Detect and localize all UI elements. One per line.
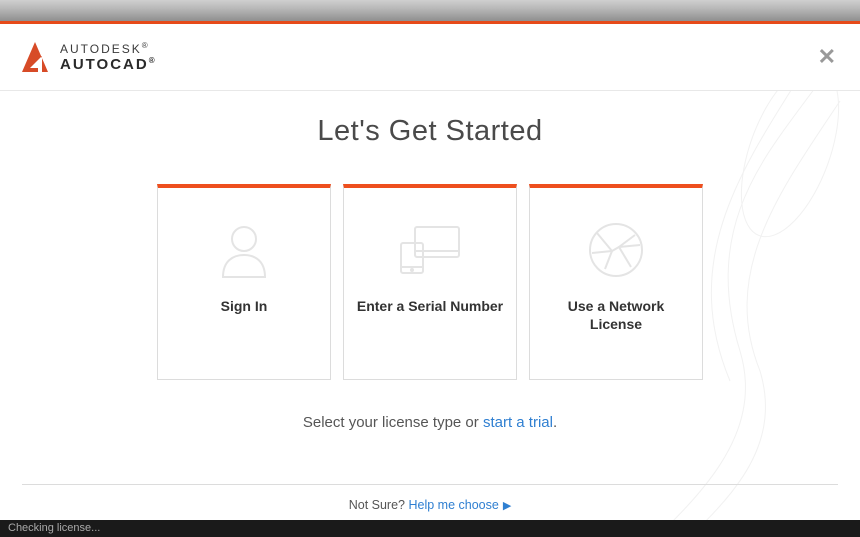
option-network-license[interactable]: Use a Network License bbox=[529, 184, 703, 380]
status-bar: Checking license... bbox=[0, 520, 860, 537]
status-text: Checking license... bbox=[8, 522, 100, 534]
brand-logo: AUTODESK® AUTOCAD® bbox=[20, 40, 157, 74]
chevron-right-icon: ▶ bbox=[503, 500, 511, 512]
close-button[interactable]: ✕ bbox=[818, 44, 836, 70]
subtext-prefix: Select your license type or bbox=[303, 414, 483, 431]
option-label: Sign In bbox=[211, 298, 278, 316]
brand-line1: AUTODESK® bbox=[60, 42, 157, 55]
window-titlebar bbox=[0, 0, 860, 21]
option-sign-in[interactable]: Sign In bbox=[157, 184, 331, 380]
help-me-choose-link[interactable]: Help me choose▶ bbox=[408, 498, 511, 512]
devices-icon bbox=[395, 216, 465, 284]
brand-text: AUTODESK® AUTOCAD® bbox=[60, 42, 157, 72]
licensing-dialog: AUTODESK® AUTOCAD® ✕ Let's Get Started bbox=[0, 21, 860, 520]
dialog-content: Let's Get Started Sign In bbox=[0, 91, 860, 520]
footer-separator bbox=[22, 484, 838, 485]
subtext-suffix: . bbox=[553, 414, 557, 431]
footer-prefix: Not Sure? bbox=[349, 498, 409, 512]
network-globe-icon bbox=[587, 216, 645, 284]
option-label: Use a Network License bbox=[530, 298, 702, 333]
license-subtext: Select your license type or start a tria… bbox=[0, 414, 860, 431]
license-options: Sign In Enter a Serial Number bbox=[0, 184, 860, 380]
option-serial-number[interactable]: Enter a Serial Number bbox=[343, 184, 517, 380]
user-icon bbox=[217, 216, 271, 284]
page-title: Let's Get Started bbox=[0, 115, 860, 148]
autodesk-logo-icon bbox=[20, 40, 50, 74]
brand-line2: AUTOCAD® bbox=[60, 57, 157, 72]
dialog-header: AUTODESK® AUTOCAD® ✕ bbox=[0, 24, 860, 91]
footer: Not Sure? Help me choose▶ bbox=[0, 498, 860, 512]
start-trial-link[interactable]: start a trial bbox=[483, 414, 553, 431]
option-label: Enter a Serial Number bbox=[347, 298, 513, 316]
